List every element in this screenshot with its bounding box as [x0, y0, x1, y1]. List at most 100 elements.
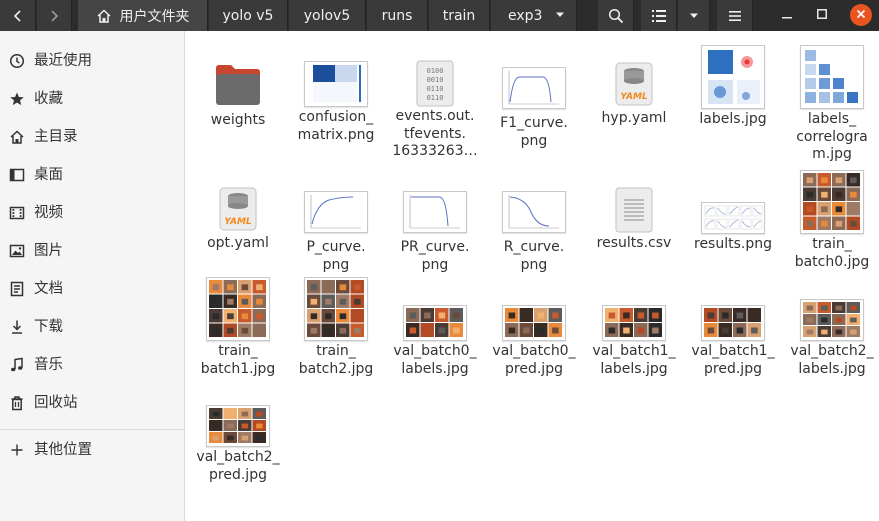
breadcrumb-segment[interactable]: runs — [367, 0, 428, 31]
photo-collage — [803, 302, 860, 337]
breadcrumb-current[interactable]: exp3 — [491, 0, 577, 31]
breadcrumb-segment-label: exp3 — [508, 7, 543, 24]
file-name: F1_curve. png — [500, 115, 568, 149]
sidebar-item-label: 文档 — [34, 281, 63, 297]
sidebar-item-music[interactable]: 音乐 — [0, 347, 184, 383]
photo-tile-detail — [850, 305, 857, 311]
breadcrumb-segment[interactable]: yolo v5 — [209, 0, 288, 31]
sidebar-item-videos[interactable]: 视频 — [0, 195, 184, 231]
photo-tile-detail — [722, 327, 729, 334]
sidebar-item-label: 主目录 — [34, 129, 78, 145]
photo-tile-detail — [354, 313, 361, 320]
photo-tile-detail — [806, 329, 814, 335]
photo-tile-detail — [310, 313, 318, 320]
photo-tile-detail — [652, 312, 659, 319]
photo-tile-detail — [339, 327, 347, 334]
photo-tile-detail — [241, 298, 249, 305]
photo-tile-detail — [821, 191, 828, 198]
photo-collage — [307, 280, 364, 337]
image-thumbnail — [304, 191, 368, 233]
photo-tile-detail — [850, 317, 857, 323]
image-thumbnail — [304, 61, 368, 107]
sidebar-item-documents[interactable]: 文档 — [0, 271, 184, 307]
photo-tile-detail — [212, 284, 220, 291]
photo-tile-detail — [850, 329, 857, 335]
breadcrumb-segment[interactable]: yolov5 — [289, 0, 366, 31]
sidebar-item-pictures[interactable]: 图片 — [0, 233, 184, 269]
photo-tile-detail — [821, 305, 828, 311]
file-name: PR_curve. png — [400, 239, 470, 273]
photo-tile-detail — [806, 206, 814, 213]
sidebar-item-label: 下载 — [34, 319, 63, 335]
photo-tile-detail — [212, 327, 220, 334]
photo-tile-detail — [806, 191, 814, 198]
photo-tile-detail — [227, 423, 234, 429]
close-icon — [856, 7, 866, 23]
minimize-button[interactable] — [776, 4, 798, 26]
maximize-button[interactable] — [811, 4, 833, 26]
image-thumbnail — [800, 299, 864, 341]
photo-tile-detail — [722, 312, 729, 319]
photo-tile-detail — [212, 313, 220, 320]
file-name: val_batch2_ labels.jpg — [790, 343, 874, 377]
photo-tile-detail — [806, 177, 814, 184]
view-options-button[interactable] — [678, 0, 710, 31]
photo-collage — [803, 173, 860, 230]
photo-tile-detail — [241, 327, 249, 334]
file-name: labels.jpg — [699, 111, 767, 127]
file-name: confusion_ matrix.png — [297, 109, 375, 143]
image-thumbnail — [502, 67, 566, 109]
back-button[interactable] — [0, 0, 36, 31]
sidebar-item-desktop[interactable]: 桌面 — [0, 157, 184, 193]
breadcrumb-home[interactable]: 用户文件夹 — [78, 0, 208, 31]
photo-tile-detail — [821, 317, 828, 323]
svg-text:YAML: YAML — [224, 217, 252, 227]
image-thumbnail — [502, 191, 566, 233]
sidebar-item-trash[interactable]: 回收站 — [0, 385, 184, 421]
desktop-icon — [9, 167, 25, 183]
dropdown-arrow-icon — [689, 12, 699, 20]
dropdown-arrow-icon — [555, 11, 565, 19]
photo-tile-detail — [325, 313, 332, 320]
sidebar-item-recent[interactable]: 最近使用 — [0, 43, 184, 79]
photo-tile-detail — [310, 284, 318, 291]
photo-tile-detail — [256, 423, 263, 429]
binary-file-icon: 0100 0010 0110 0110 — [416, 60, 454, 107]
image-thumbnail — [602, 305, 666, 341]
document-icon — [9, 281, 25, 297]
photo-tile-detail — [552, 312, 559, 319]
photo-tile-detail — [637, 312, 645, 319]
search-button[interactable] — [598, 0, 634, 31]
sidebar-item-label: 其他位置 — [34, 442, 92, 458]
sidebar-item-label: 视频 — [34, 205, 63, 221]
breadcrumb-segment-label: yolov5 — [303, 7, 351, 24]
photo-tile-detail — [806, 317, 814, 323]
svg-text:0010: 0010 — [427, 76, 444, 84]
sidebar-item-downloads[interactable]: 下载 — [0, 309, 184, 345]
photo-tile-detail — [227, 313, 234, 320]
view-list-button[interactable] — [641, 0, 677, 31]
sidebar-item-home[interactable]: 主目录 — [0, 119, 184, 155]
photo-tile-detail — [508, 312, 516, 319]
photo-tile-detail — [339, 313, 347, 320]
image-thumbnail — [800, 170, 864, 234]
sidebar-item-label: 图片 — [34, 243, 63, 259]
file-name: val_batch1_ labels.jpg — [592, 343, 676, 377]
photo-tile-detail — [707, 312, 715, 319]
file-name: events.out. tfevents. 16333263… — [392, 108, 478, 159]
menu-button[interactable] — [717, 0, 753, 31]
sidebar-item-starred[interactable]: 收藏 — [0, 81, 184, 117]
close-button[interactable] — [850, 4, 872, 26]
breadcrumb-segment-label: train — [442, 7, 476, 24]
image-thumbnail — [701, 45, 765, 109]
breadcrumb-segment[interactable]: train — [429, 0, 490, 31]
photo-tile-detail — [256, 298, 263, 305]
photo-tile-detail — [212, 435, 220, 441]
search-icon — [608, 8, 624, 24]
photo-tile-detail — [608, 312, 616, 319]
sidebar-item-label: 最近使用 — [34, 53, 92, 69]
forward-button[interactable] — [37, 0, 72, 31]
photo-tile-detail — [241, 284, 249, 291]
sidebar-item-other-locations[interactable]: 其他位置 — [0, 432, 184, 468]
clock-icon — [9, 53, 25, 69]
